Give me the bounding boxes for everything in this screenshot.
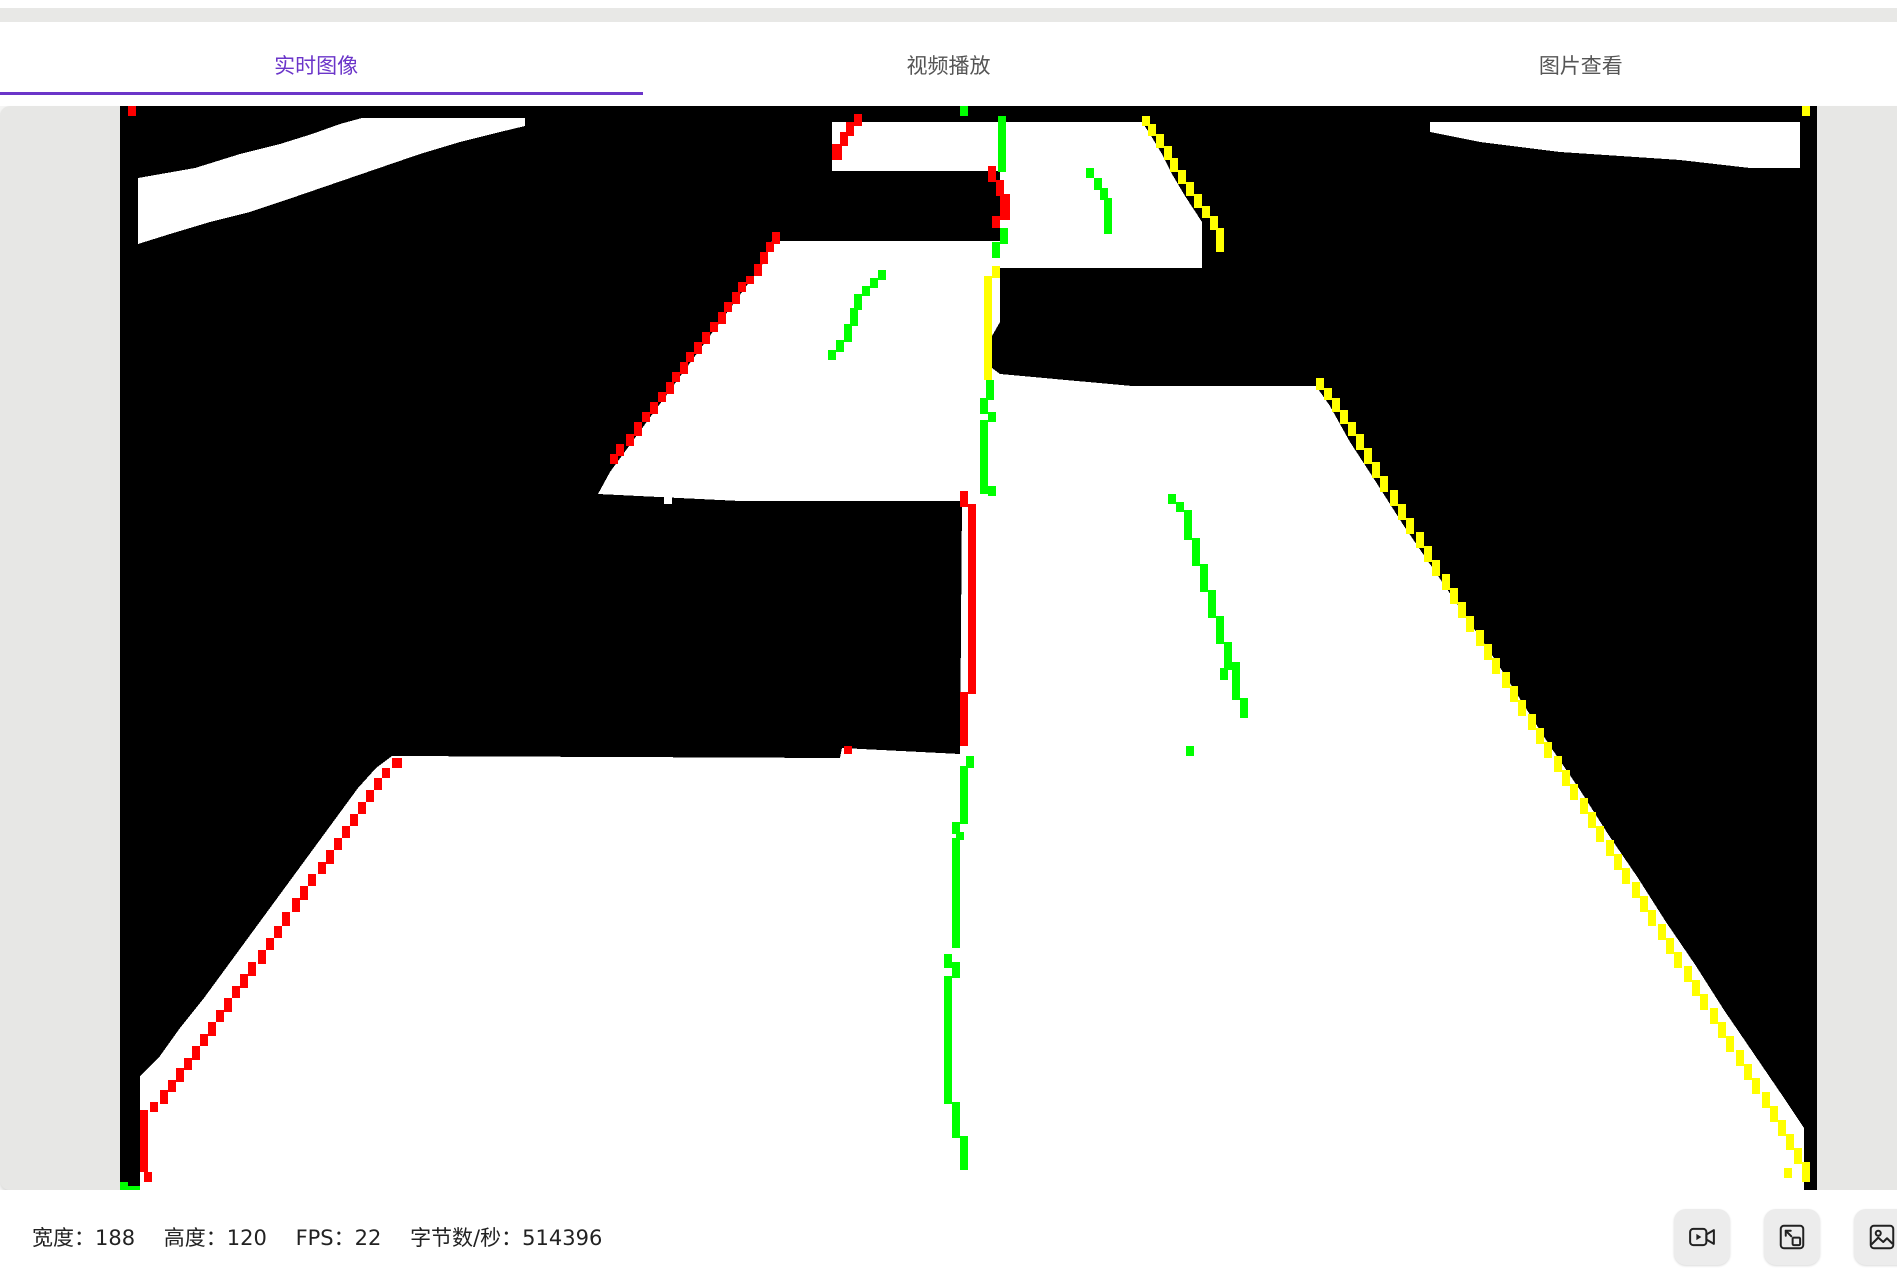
- live-camera-frame: [120, 106, 1817, 1190]
- fit-screen-button[interactable]: [1764, 1209, 1820, 1265]
- video-camera-icon: [1689, 1227, 1715, 1247]
- bytes-per-second-label: 字节数/秒：: [410, 1226, 523, 1250]
- record-video-button[interactable]: [1674, 1209, 1730, 1265]
- bytes-per-second-value: 514396: [522, 1226, 603, 1250]
- active-tab-indicator: [0, 92, 643, 95]
- tab-video-playback-label: 视频播放: [906, 54, 991, 78]
- image-icon: [1869, 1224, 1895, 1250]
- tab-image-viewer[interactable]: 图片查看: [1265, 24, 1897, 106]
- window-top-bar: [0, 8, 1897, 22]
- resize-icon: [1779, 1224, 1805, 1250]
- fps-label: FPS：: [295, 1226, 355, 1250]
- tab-video-playback[interactable]: 视频播放: [632, 24, 1264, 106]
- width-value: 188: [95, 1226, 136, 1250]
- tab-live-image-label: 实时图像: [274, 54, 359, 78]
- save-image-button[interactable]: [1854, 1209, 1897, 1265]
- width-label: 宽度：: [32, 1226, 95, 1250]
- fps-value: 22: [354, 1226, 382, 1250]
- height-value: 120: [226, 1226, 267, 1250]
- tab-live-image[interactable]: 实时图像: [0, 24, 643, 106]
- height-label: 高度：: [163, 1226, 227, 1250]
- binary-track-image: [120, 106, 1817, 1190]
- tab-bar: 实时图像 视频播放 图片查看: [0, 24, 1897, 106]
- tab-image-viewer-label: 图片查看: [1538, 54, 1623, 78]
- stream-info: 宽度：188 高度：120 FPS：22 字节数/秒：514396: [32, 1222, 624, 1252]
